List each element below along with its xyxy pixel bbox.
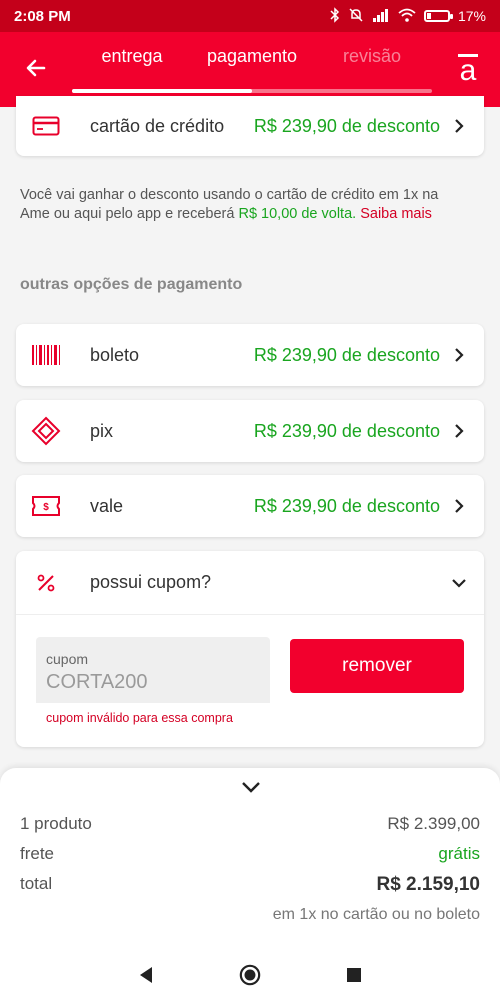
- chevron-right-icon: [452, 424, 466, 438]
- credit-card-label: cartão de crédito: [90, 115, 225, 136]
- chevron-down-icon: [242, 782, 260, 793]
- coupon-card: possui cupom? cupom CORTA200 cupom invál…: [16, 551, 484, 747]
- arrow-left-icon: [26, 59, 46, 77]
- cashback-info: Você vai ganhar o desconto usando o cart…: [20, 186, 460, 224]
- pix-icon: [30, 415, 62, 447]
- coupon-input-value: CORTA200: [46, 671, 148, 693]
- battery-icon: [423, 10, 453, 22]
- square-recents-icon: [347, 968, 361, 982]
- status-bar: 2:08 PM 17%: [0, 0, 500, 32]
- pix-label: pix: [90, 420, 114, 441]
- back-button[interactable]: [20, 52, 52, 84]
- status-time: 2:08 PM: [14, 7, 71, 25]
- payment-option-vale[interactable]: $ vale R$ 239,90 de desconto: [16, 475, 484, 537]
- step-revisao: revisão: [342, 46, 402, 66]
- payment-option-pix[interactable]: pix R$ 239,90 de desconto: [16, 400, 484, 462]
- coupon-toggle[interactable]: possui cupom?: [16, 551, 484, 615]
- coupon-title: possui cupom?: [90, 572, 212, 592]
- chevron-right-icon: [452, 348, 466, 362]
- svg-text:$: $: [43, 502, 49, 513]
- checkout-progress: [72, 89, 432, 93]
- payment-hint: em 1x no cartão ou no boleto: [272, 906, 480, 923]
- system-nav-bar: [0, 950, 500, 1000]
- shipping-value: grátis: [438, 844, 480, 863]
- signal-icon: [372, 8, 390, 25]
- mute-notification-icon: [348, 7, 364, 26]
- shipping-label: frete: [20, 844, 55, 863]
- total-label: total: [20, 874, 53, 893]
- products-value: R$ 2.399,00: [387, 814, 480, 833]
- summary-products-row: 1 produto R$ 2.399,00: [20, 814, 480, 834]
- step-entrega[interactable]: entrega: [72, 46, 192, 67]
- nav-recents-button[interactable]: [343, 964, 365, 986]
- credit-card-option[interactable]: cartão de crédito R$ 239,90 de desconto: [16, 96, 484, 156]
- products-label: 1 produto: [20, 814, 92, 833]
- coupon-error-message: cupom inválido para essa compra: [46, 711, 233, 725]
- wifi-icon: [398, 8, 416, 25]
- triangle-back-icon: [140, 967, 152, 983]
- nav-back-button[interactable]: [135, 964, 157, 986]
- percent-icon: [30, 567, 62, 599]
- chevron-right-icon: [452, 499, 466, 513]
- credit-card-icon: [30, 110, 62, 142]
- remove-coupon-button[interactable]: remover: [290, 639, 464, 693]
- pix-discount: R$ 239,90 de desconto: [253, 420, 440, 441]
- payment-option-boleto[interactable]: boleto R$ 239,90 de desconto: [16, 324, 484, 386]
- chevron-right-icon: [452, 119, 466, 133]
- circle-home-icon: [239, 964, 261, 986]
- boleto-label: boleto: [90, 344, 140, 365]
- coupon-input-label: cupom: [46, 651, 89, 667]
- vale-label: vale: [90, 495, 124, 516]
- chevron-down-icon: [452, 576, 466, 590]
- cashback-amount: R$ 10,00 de volta.: [238, 206, 357, 222]
- summary-total-row: total R$ 2.159,10: [20, 874, 480, 896]
- credit-card-discount: R$ 239,90 de desconto: [253, 115, 440, 136]
- coupon-input[interactable]: cupom CORTA200: [36, 637, 270, 703]
- boleto-discount: R$ 239,90 de desconto: [253, 344, 440, 365]
- voucher-icon: $: [30, 490, 62, 522]
- bluetooth-icon: [330, 6, 340, 26]
- checkout-progress-fill: [72, 89, 252, 93]
- checkout-steps: entrega pagamento revisão: [72, 46, 432, 67]
- barcode-icon: [30, 339, 62, 371]
- nav-home-button[interactable]: [239, 964, 261, 986]
- total-value: R$ 2.159,10: [376, 874, 480, 895]
- vale-discount: R$ 239,90 de desconto: [253, 495, 440, 516]
- step-pagamento[interactable]: pagamento: [192, 46, 312, 67]
- ame-logo: a: [458, 54, 478, 87]
- battery-percent: 17%: [457, 8, 486, 24]
- summary-shipping-row: frete grátis: [20, 844, 480, 864]
- collapse-summary-button[interactable]: [240, 776, 262, 798]
- saiba-mais-link[interactable]: Saiba mais: [360, 206, 432, 222]
- other-options-title: outras opções de pagamento: [20, 276, 243, 293]
